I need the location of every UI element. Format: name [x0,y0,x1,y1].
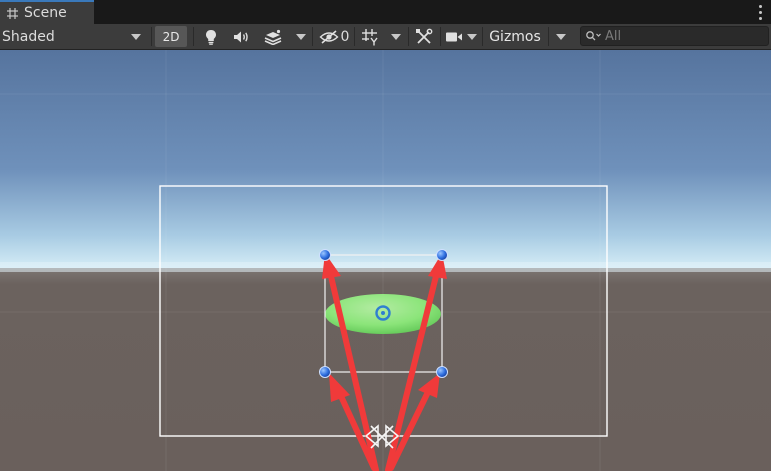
grid-dropdown[interactable] [386,24,406,49]
audio-toggle[interactable] [229,24,255,49]
hidden-objects-count: 0 [340,28,350,45]
speaker-icon [234,31,248,42]
grid-snap-icon [362,28,378,45]
gizmos-button[interactable]: Gizmos [484,24,546,49]
toolbar-divider [193,27,194,46]
toolbar-divider [354,27,355,46]
rect-handle-top-left [319,249,331,261]
sky-backdrop [0,50,771,268]
toolbar-divider [408,27,409,46]
scene-toolbar: Shaded 2D 0 Gizmos All [0,24,771,50]
rect-handle-bottom-right [436,366,448,378]
lighting-toggle[interactable] [199,24,223,49]
component-tools-toggle[interactable] [411,24,437,49]
scene-visibility-toggle[interactable]: 0 [316,24,352,49]
search-input[interactable] [601,28,765,44]
mode-2d-toggle[interactable]: 2D [155,26,187,47]
camera-dropdown[interactable] [466,24,478,49]
chevron-down-icon [391,33,401,40]
toolbar-divider [312,27,313,46]
rect-handle-bottom-left [319,366,331,378]
grid-hash-icon [5,6,19,20]
lightbulb-icon [206,29,216,45]
toolbar-divider [482,27,483,46]
effects-toggle[interactable] [259,24,287,49]
tab-more-menu-button[interactable] [755,3,765,21]
tools-crossed-icon [416,28,433,44]
shading-mode-value: Shaded [2,28,55,45]
tab-strip: Scene [0,0,771,24]
chevron-down-icon [131,34,141,40]
scene-window: Scene Shaded 2D 0 Gizmos All [0,0,771,471]
search-icon [586,31,601,41]
tab-scene-label: Scene [24,5,67,21]
camera-icon [446,32,462,41]
toolbar-divider [548,27,549,46]
scene-search-field[interactable] [580,26,769,46]
horizon-glow [0,262,771,272]
chevron-down-icon [296,33,306,40]
shading-mode-dropdown[interactable]: Shaded [0,24,148,49]
toolbar-divider [440,27,441,46]
camera-settings-button[interactable] [443,24,465,49]
scene-viewport[interactable] [0,50,771,471]
scene-render [0,50,771,471]
rect-handle-top-right [436,249,448,261]
chevron-down-icon [556,33,566,40]
eye-slash-icon [319,29,339,44]
toolbar-divider [151,27,152,46]
tab-scene[interactable]: Scene [0,0,94,24]
effects-layers-icon [264,29,282,45]
gizmos-label: Gizmos [489,28,541,45]
gizmos-dropdown[interactable] [550,24,572,49]
grid-toggle[interactable] [357,24,383,49]
chevron-down-icon [467,33,477,40]
effects-dropdown[interactable] [291,24,311,49]
